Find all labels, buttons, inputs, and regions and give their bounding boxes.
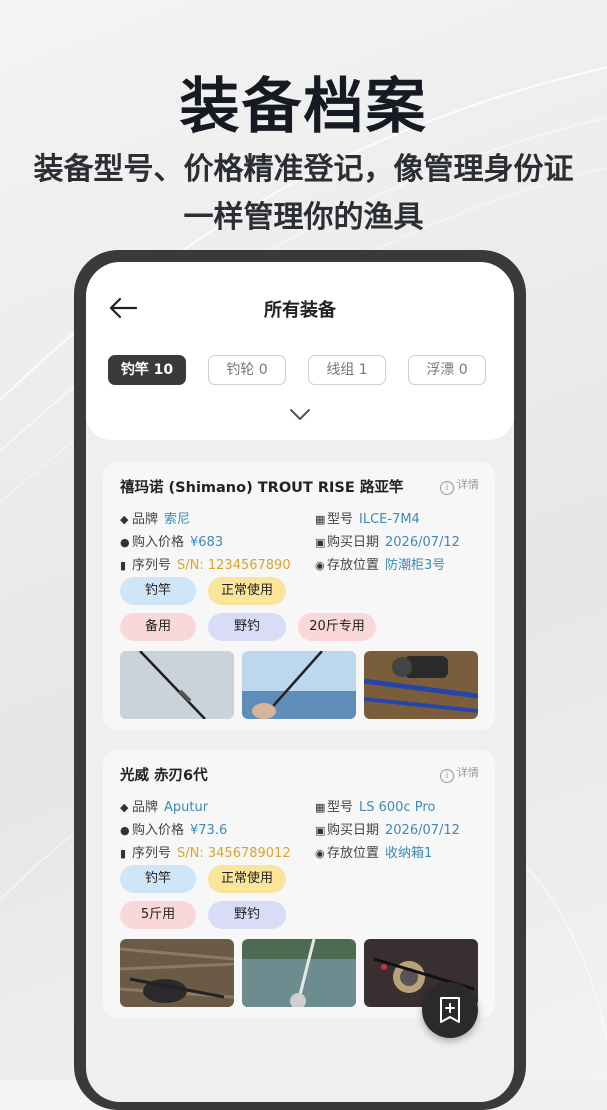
detail-link[interactable]: i 详情 (440, 476, 479, 495)
location-pin-icon: ◉ (315, 559, 325, 572)
tag-status: 正常使用 (208, 865, 286, 893)
tag-scene: 野钓 (208, 613, 286, 641)
rod-on-snow-photo[interactable] (120, 651, 234, 719)
barcode-card-icon: ▦ (315, 801, 326, 814)
money-icon: ● (120, 536, 130, 549)
tag-status: 正常使用 (208, 577, 286, 605)
model-field: ▦ 型号 ILCE-7M4 (315, 512, 420, 527)
money-icon: ● (120, 824, 130, 837)
info-icon: i (440, 769, 454, 783)
header-card: 所有装备 钓竿 10 钓轮 0 线组 1 浮漂 0 (86, 262, 514, 440)
gear-card[interactable]: 禧玛诺 (Shimano) TROUT RISE 路亚竿 i 详情 ◆ 品牌 索尼 ▦… (103, 462, 495, 730)
promo-title: 装备档案 (179, 72, 428, 142)
tab-rods[interactable]: 钓竿 10 (108, 355, 186, 385)
rod-over-river-photo[interactable] (242, 939, 356, 1007)
add-note-icon (440, 997, 460, 1023)
barcode-icon: ▮ (120, 559, 127, 572)
detail-link[interactable]: i 详情 (440, 764, 479, 783)
tag-weight: 5斤用 (120, 901, 196, 929)
phone-screen: 所有装备 钓竿 10 钓轮 0 线组 1 浮漂 0 禧玛诺 (Shimano) … (86, 262, 514, 1102)
tag-weight: 20斤专用 (298, 613, 376, 641)
tag-scene: 野钓 (208, 901, 286, 929)
info-icon: i (440, 481, 454, 495)
price-field: ● 购入价格 ¥73.6 (120, 823, 228, 838)
promo-subtitle: 装备型号、价格精准登记，像管理身份证一样管理你的渔具 (33, 152, 574, 235)
brand-field: ◆ 品牌 索尼 (120, 512, 191, 527)
calendar-icon: ▣ (315, 824, 326, 837)
model-field: ▦ 型号 LS 600c Pro (315, 800, 436, 815)
tag-category: 钓竿 (120, 865, 196, 893)
barcode-icon: ▮ (120, 847, 127, 860)
chevron-down-icon[interactable] (289, 408, 311, 422)
price-field: ● 购入价格 ¥683 (120, 535, 224, 550)
phone-frame: 所有装备 钓竿 10 钓轮 0 线组 1 浮漂 0 禧玛诺 (Shimano) … (74, 250, 526, 1110)
calendar-icon: ▣ (315, 536, 326, 549)
serial-field: ▮ 序列号 S/N: 1234567890 (120, 558, 291, 573)
tag-icon: ◆ (120, 801, 129, 814)
date-field: ▣ 购买日期 2026/07/12 (315, 823, 460, 838)
gear-card[interactable]: 光威 赤刃6代 i 详情 ◆ 品牌 Aputur ▦ 型号 LS 600c Pro ● 购入… (103, 750, 495, 1018)
tab-reels[interactable]: 钓轮 0 (208, 355, 286, 385)
reel-on-grass-photo[interactable] (120, 939, 234, 1007)
tab-lines[interactable]: 线组 1 (308, 355, 386, 385)
location-pin-icon: ◉ (315, 847, 325, 860)
serial-field: ▮ 序列号 S/N: 3456789012 (120, 846, 291, 861)
storage-field: ◉ 存放位置 收纳箱1 (315, 846, 433, 861)
gear-title: 禧玛诺 (Shimano) TROUT RISE 路亚竿 (120, 480, 404, 496)
page-title: 所有装备 (264, 300, 336, 321)
storage-field: ◉ 存放位置 防潮柜3号 (315, 558, 446, 573)
brand-field: ◆ 品牌 Aputur (120, 800, 209, 815)
date-field: ▣ 购买日期 2026/07/12 (315, 535, 460, 550)
barcode-card-icon: ▦ (315, 513, 326, 526)
tab-floats[interactable]: 浮漂 0 (408, 355, 486, 385)
blue-rods-photo[interactable] (364, 651, 478, 719)
tag-spare: 备用 (120, 613, 196, 641)
tag-category: 钓竿 (120, 577, 196, 605)
rod-by-lake-photo[interactable] (242, 651, 356, 719)
gear-title: 光威 赤刃6代 (120, 768, 208, 784)
tag-icon: ◆ (120, 513, 129, 526)
add-gear-button[interactable] (422, 982, 478, 1038)
